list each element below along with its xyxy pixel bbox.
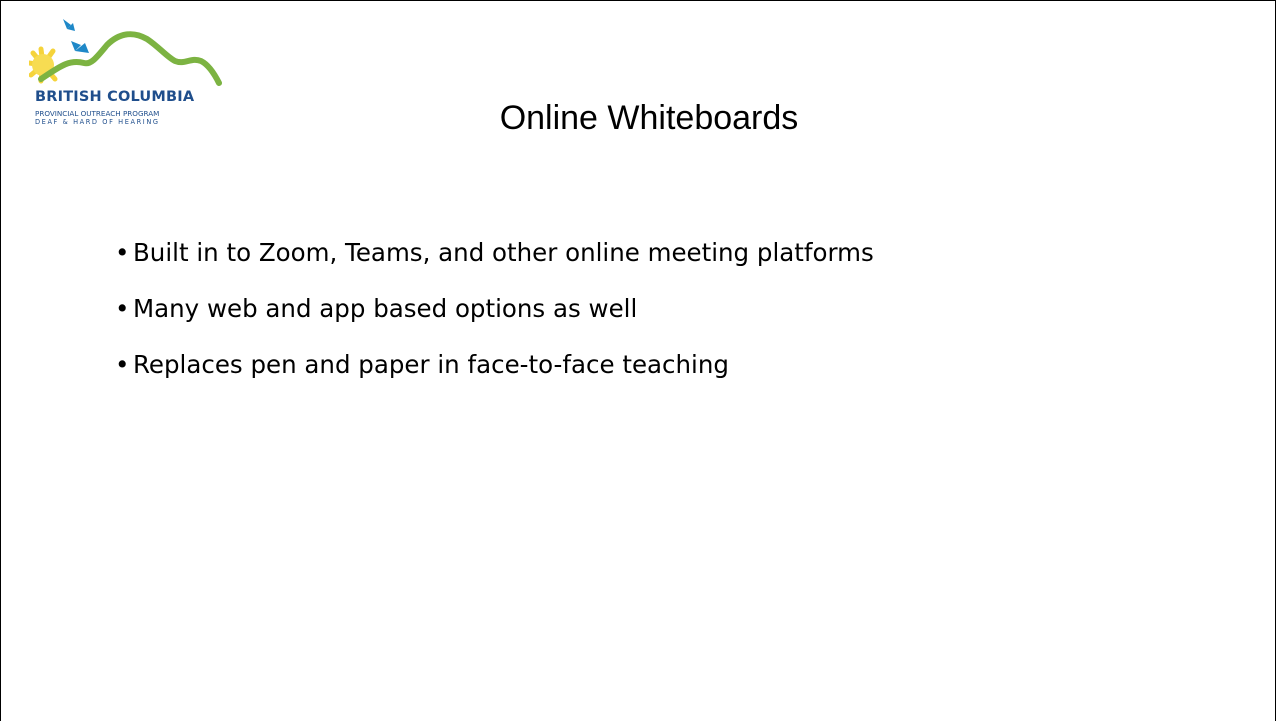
mountain-line-icon: [38, 31, 222, 86]
slide: BRITISH COLUMBIA PROVINCIAL OUTREACH PRO…: [0, 0, 1276, 721]
bullet-item-zoom-teams: • Built in to Zoom, Teams, and other onl…: [115, 233, 874, 289]
bullet-text: Built in to Zoom, Teams, and other onlin…: [133, 238, 874, 267]
bullet-text: Replaces pen and paper in face-to-face t…: [133, 350, 729, 379]
bullet-icon: •: [115, 294, 130, 323]
bullet-item-web-app: • Many web and app based options as well: [115, 289, 874, 345]
bullet-icon: •: [115, 238, 130, 267]
butterfly-icon: [63, 19, 89, 53]
bullet-text: Many web and app based options as well: [133, 294, 638, 323]
bullet-list: • Built in to Zoom, Teams, and other onl…: [115, 233, 874, 401]
slide-title: Online Whiteboards: [499, 99, 799, 137]
bullet-item-pen-paper: • Replaces pen and paper in face-to-face…: [115, 345, 874, 401]
bullet-icon: •: [115, 350, 130, 379]
mountain-sun-butterfly-logo-graphic: [29, 19, 222, 86]
